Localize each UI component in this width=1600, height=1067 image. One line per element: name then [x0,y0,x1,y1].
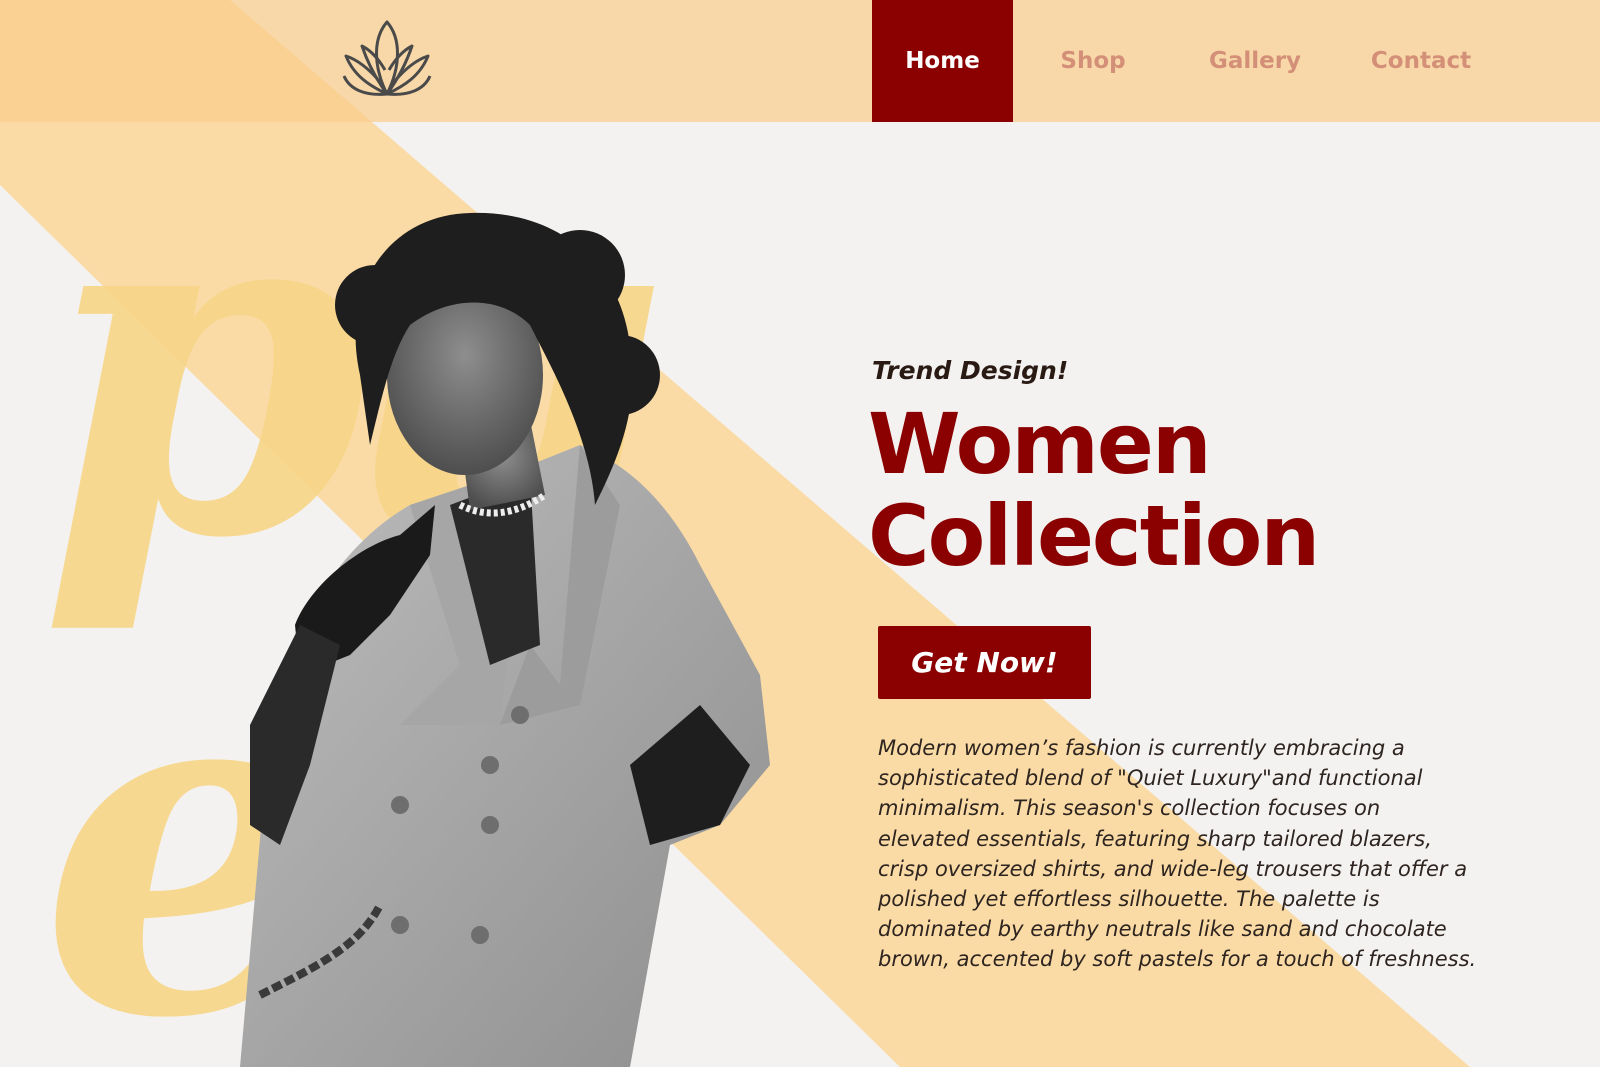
nav-shop[interactable]: Shop [1013,0,1173,122]
get-now-button[interactable]: Get Now! [878,626,1091,699]
site-header: Home Shop Gallery Contact [0,0,1600,122]
nav-gallery[interactable]: Gallery [1173,0,1337,122]
tagline: Trend Design! [872,356,1069,385]
main-nav: Home Shop Gallery Contact [872,0,1505,122]
nav-contact[interactable]: Contact [1337,0,1505,122]
model-photo [240,212,770,1067]
lotus-icon[interactable] [340,20,434,100]
hero-title-line2: Collection [868,487,1320,585]
nav-home[interactable]: Home [872,0,1013,122]
hero-description: Modern women’s fashion is currently embr… [878,736,1477,972]
hero-title: Women Collection [868,395,1320,585]
hero-title-line1: Women [868,395,1212,493]
